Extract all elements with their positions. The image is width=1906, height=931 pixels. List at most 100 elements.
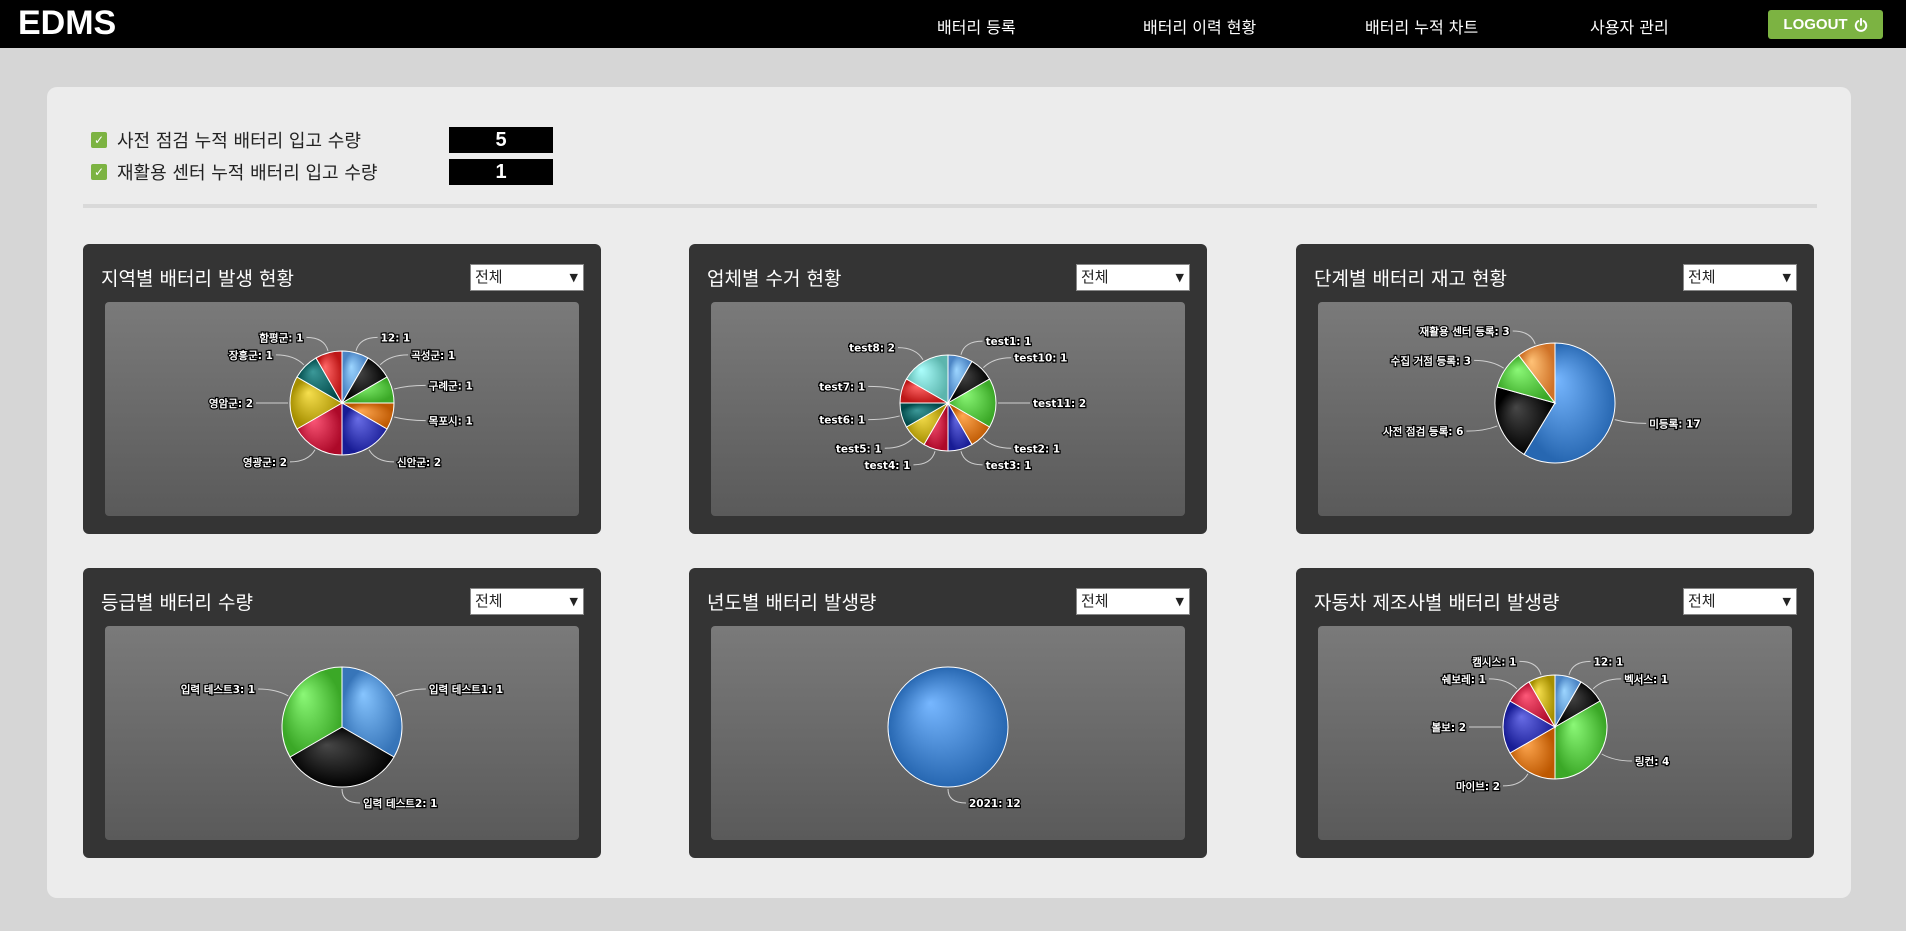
label-connector [913, 451, 936, 466]
checkbox-recycle[interactable]: ✓ [91, 164, 107, 180]
filter-select[interactable]: 전체 ▼ [1076, 264, 1190, 291]
app-logo[interactable]: EDMS [18, 4, 116, 43]
nav-battery-register[interactable]: 배터리 등록 [937, 14, 1016, 38]
pie-label: 영광군: 2 [243, 456, 287, 469]
dashboard-panel: ✓ 사전 점검 누적 배터리 입고 수량 5 ✓ 재활용 센터 누적 배터리 입… [47, 87, 1851, 898]
pie-chart: 12: 1 곡성군: 1 구례군: 1 목포시: 1 신안군: 2 영광군: 2 영암군: … [105, 302, 579, 516]
pie-label: 구례군: 1 [429, 379, 473, 392]
label-connector [884, 438, 913, 449]
stat-value: 5 [449, 127, 553, 153]
filter-select[interactable]: 전체 ▼ [1683, 588, 1797, 615]
card-maker: 자동차 제조사별 배터리 발생량 전체 ▼ 12: 1 벡서스: 1 링컨: 4 마이브… [1296, 568, 1814, 858]
pie-label: test4: 1 [865, 460, 911, 472]
label-connector [258, 688, 289, 697]
label-connector [1614, 419, 1647, 424]
stat-row-precheck: ✓ 사전 점검 누적 배터리 입고 수량 5 [91, 127, 553, 153]
pie-label: test6: 1 [819, 415, 865, 427]
card-company: 업체별 수거 현황 전체 ▼ test1: 1 test10: 1 test11: 2… [689, 244, 1207, 534]
pie-label: test7: 1 [819, 381, 865, 393]
label-connector [1502, 773, 1529, 787]
pie-label: 2021: 12 [969, 798, 1021, 810]
pie-chart: 2021: 12 [711, 626, 1185, 840]
checkbox-precheck[interactable]: ✓ [91, 132, 107, 148]
label-connector [960, 451, 983, 466]
pie-label: 영암군: 2 [209, 397, 253, 410]
stat-label: 사전 점검 누적 배터리 입고 수량 [117, 131, 361, 152]
pie-label: 수집 거점 등록: 3 [1391, 354, 1471, 367]
pie-chart: 12: 1 벡서스: 1 링컨: 4 마이브: 2 볼보: 2 쉐보레: 1 캠시스: 1 [1318, 626, 1792, 840]
card-grade: 등급별 배터리 수량 전체 ▼ 입력 테스트1: 1 입력 테스트2: 1 입력 테스… [83, 568, 601, 858]
label-connector [868, 415, 900, 421]
nav-battery-chart[interactable]: 배터리 누적 차트 [1365, 14, 1478, 38]
label-connector [275, 354, 305, 366]
nav-user-management[interactable]: 사용자 관리 [1590, 14, 1669, 38]
card-title: 단계별 배터리 재고 현황 [1314, 268, 1507, 290]
pie-label: 곡성군: 1 [411, 349, 455, 362]
chevron-down-icon: ▼ [569, 271, 578, 284]
filter-select[interactable]: 전체 ▼ [1076, 588, 1190, 615]
card-title: 업체별 수거 현황 [707, 268, 842, 290]
filter-select[interactable]: 전체 ▼ [470, 264, 584, 291]
pie-label: 함평군: 1 [259, 331, 303, 344]
label-connector [1474, 359, 1504, 369]
label-connector [289, 449, 316, 463]
logout-label: LOGOUT [1783, 16, 1848, 33]
label-connector [983, 357, 1012, 368]
label-connector [947, 788, 967, 804]
pie-label: 미등록: 17 [1649, 417, 1700, 430]
pie-label: test1: 1 [986, 336, 1032, 348]
pie-label: test2: 1 [1014, 443, 1060, 455]
chevron-down-icon: ▼ [1782, 271, 1791, 284]
label-connector [960, 340, 983, 355]
label-connector [897, 347, 924, 360]
top-navbar: EDMS 배터리 등록 배터리 이력 현황 배터리 누적 차트 사용자 관리 L… [0, 0, 1906, 48]
chevron-down-icon: ▼ [1175, 271, 1184, 284]
pie-label: 12: 1 [1594, 656, 1624, 668]
pie-label: 사전 점검 등록: 6 [1383, 425, 1463, 438]
logout-button[interactable]: LOGOUT [1768, 10, 1883, 39]
nav-battery-history[interactable]: 배터리 이력 현황 [1143, 14, 1256, 38]
chart-svg: 12: 1곡성군: 1 구례군: 1 목포시: 1 신안군: 2 영광군: 2 영암군: … [208, 330, 474, 470]
card-title: 등급별 배터리 수량 [101, 592, 253, 614]
label-connector [306, 336, 329, 351]
pie-label: 벡서스: 1 [1624, 673, 1668, 686]
chart-svg: 입력 테스트1: 1 입력 테스트2: 1 입력 테스트3: 1 [180, 666, 504, 811]
pie-label: 캠시스: 1 [1472, 656, 1516, 668]
chart-svg: 2021: 12 [887, 666, 1022, 811]
chart-svg: 12: 1벡서스: 1 링컨: 4 마이브: 2 볼보: 2 쉐보레: 1 캠시스: 1 [1430, 655, 1670, 794]
filter-select[interactable]: 전체 ▼ [470, 588, 584, 615]
pie-chart: 입력 테스트1: 1 입력 테스트2: 1 입력 테스트3: 1 [105, 626, 579, 840]
pie-chart: 미등록: 17 사전 점검 등록: 6 수집 거점 등록: 3 재활용 센터 등록: … [1318, 302, 1792, 516]
pie-slice[interactable] [887, 666, 1009, 788]
pie-label: 12: 1 [381, 332, 411, 344]
label-connector [1592, 678, 1622, 690]
label-connector [983, 438, 1012, 449]
card-title: 년도별 배터리 발생량 [707, 592, 877, 614]
label-connector [1466, 425, 1498, 432]
card-title: 자동차 제조사별 배터리 발생량 [1314, 592, 1560, 614]
label-connector [341, 788, 361, 804]
card-year: 년도별 배터리 발생량 전체 ▼ 2021: 12 [689, 568, 1207, 858]
filter-select[interactable]: 전체 ▼ [1683, 264, 1797, 291]
chevron-down-icon: ▼ [1782, 595, 1791, 608]
pie-label: 입력 테스트2: 1 [363, 797, 437, 810]
label-connector [1512, 330, 1536, 345]
label-connector [394, 416, 426, 422]
stat-value: 1 [449, 159, 553, 185]
pie-chart: test1: 1 test10: 1 test11: 2 test2: 1 test3:… [711, 302, 1185, 516]
pie-label: test8: 2 [849, 343, 895, 355]
card-stage: 단계별 배터리 재고 현황 전체 ▼ 미등록: 17 사전 점검 등록: 6 수집 거… [1296, 244, 1814, 534]
pie-label: 마이브: 2 [1456, 780, 1500, 793]
label-connector [379, 354, 409, 366]
pie-label: test10: 1 [1014, 353, 1067, 365]
divider [83, 204, 1817, 208]
label-connector [868, 385, 900, 391]
label-connector [1568, 660, 1591, 675]
pie-label: 목포시: 1 [429, 416, 473, 428]
label-connector [1488, 678, 1518, 690]
stat-label: 재활용 센터 누적 배터리 입고 수량 [117, 163, 378, 184]
chart-svg: 미등록: 17 사전 점검 등록: 6 수집 거점 등록: 3 재활용 센터 등록: … [1382, 324, 1702, 464]
chart-svg: test1: 1 test10: 1 test11: 2 test2: 1 test3:… [818, 335, 1087, 473]
pie-label: 볼보: 2 [1432, 722, 1466, 734]
power-icon [1854, 17, 1867, 32]
